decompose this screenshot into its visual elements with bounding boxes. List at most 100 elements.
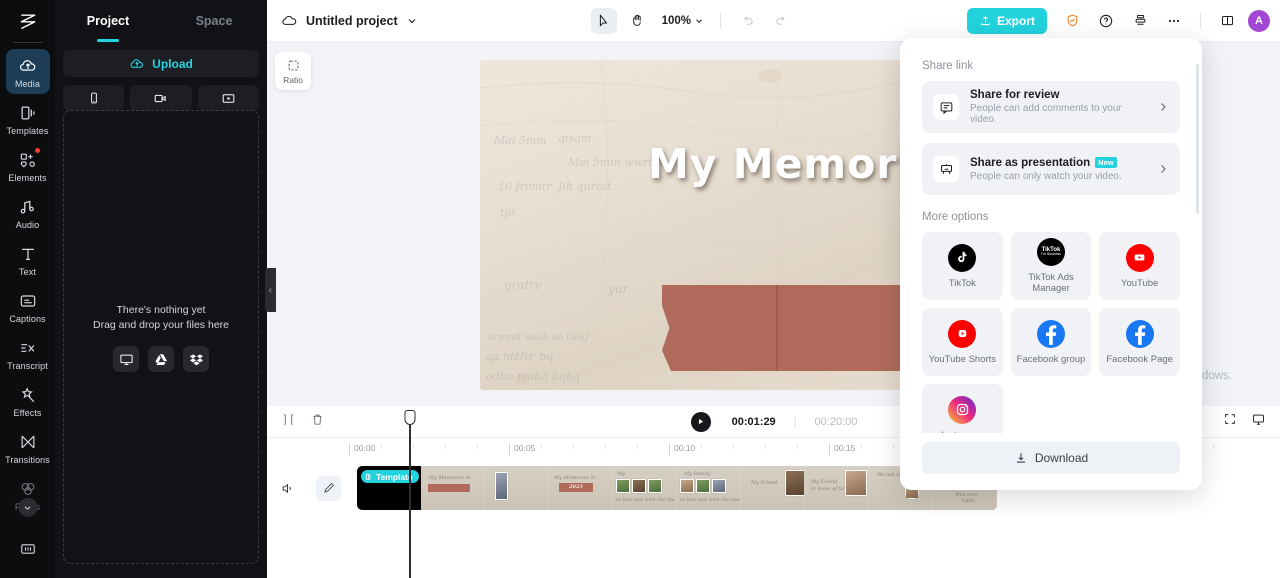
track-edit-button[interactable] [316, 475, 341, 501]
track-volume-button[interactable] [275, 476, 300, 501]
split-clip-icon [283, 413, 294, 425]
media-dropzone[interactable]: There's nothing yet Drag and drop your f… [63, 110, 259, 564]
sidebar-item-brand-kit[interactable] [6, 532, 50, 564]
undo-button[interactable] [734, 8, 760, 34]
more-options-section-title: More options [922, 211, 989, 223]
avatar[interactable]: A [1248, 9, 1271, 32]
stack-icon [1135, 15, 1145, 25]
layout-toggle-button[interactable] [1214, 8, 1240, 34]
video-preview[interactable]: Mai 5mm qisam Mai 5mm wwrtha Jih qurtat … [480, 60, 908, 390]
sidebar-item-captions[interactable]: Captions [6, 284, 50, 329]
share-option-label: TikTok [948, 277, 976, 289]
shield-check-icon [1067, 14, 1077, 27]
share-for-review-subtitle: People can add comments to your video. [970, 103, 1122, 125]
share-option-youtube-shorts[interactable]: YouTube Shorts [922, 308, 1003, 376]
sidebar-item-audio[interactable]: Audio [6, 190, 50, 235]
share-option-youtube[interactable]: YouTube [1099, 232, 1180, 300]
playhead[interactable] [404, 410, 416, 578]
shield-button[interactable] [1059, 8, 1085, 34]
clip-thumb: My Friend in loves of family [805, 466, 869, 510]
import-from-google-drive-button[interactable] [148, 346, 174, 372]
pencil-edit-icon [323, 483, 334, 493]
presentation-screen-icon [940, 163, 952, 174]
play-button[interactable] [690, 411, 711, 432]
sidebar-item-filters[interactable]: Filters [6, 472, 50, 517]
download-button[interactable]: Download [922, 442, 1180, 474]
import-from-computer-button[interactable] [113, 346, 139, 372]
brand-kit-icon [20, 544, 35, 554]
sidebar-item-elements[interactable]: Elements [6, 143, 50, 188]
record-video-button[interactable] [130, 85, 192, 111]
speaker-icon [282, 483, 291, 493]
computer-monitor-icon [119, 354, 133, 365]
transitions-icon [21, 435, 34, 449]
preview-scribble: qa htHtr_bq [486, 350, 554, 363]
preview-scribble: odbo pmbq bqbq [486, 370, 581, 383]
share-popover-footer: Download [900, 433, 1202, 490]
share-as-presentation-title: Share as presentation New [970, 157, 1146, 169]
hand-tool-button[interactable] [625, 8, 651, 34]
rail-expand-button[interactable] [18, 498, 37, 517]
music-note-icon [20, 200, 34, 214]
zoom-level-selector[interactable]: 100% [662, 15, 704, 27]
tab-project[interactable]: Project [55, 0, 161, 42]
project-title[interactable]: Untitled project [306, 14, 398, 28]
help-button[interactable] [1093, 8, 1119, 34]
clip-thumb: My Memories in [421, 466, 485, 510]
present-button[interactable] [1251, 412, 1266, 432]
preview-scribble: gratre [504, 278, 543, 292]
comment-bubble-icon-wrap [933, 94, 959, 120]
sidebar-item-effects[interactable]: Effects [6, 378, 50, 423]
split-clip-button[interactable] [281, 412, 296, 432]
upload-button[interactable]: Upload [63, 50, 259, 77]
export-button[interactable]: Export [967, 7, 1048, 34]
export-label: Export [997, 13, 1036, 28]
toolbar-divider-2 [1200, 12, 1202, 29]
playhead-handle[interactable] [404, 410, 416, 425]
sidebar-item-transitions[interactable]: Transitions [5, 425, 50, 470]
chevron-down-icon [24, 505, 31, 510]
record-screen-button[interactable] [197, 85, 259, 111]
sidebar-item-label: Effects [13, 408, 42, 418]
sidebar-item-transcript[interactable]: Transcript [6, 331, 50, 376]
app-logo[interactable] [0, 0, 55, 42]
share-popover-scrollbar[interactable] [1196, 64, 1199, 214]
captions-icon [20, 295, 35, 307]
chevron-right-icon [1161, 103, 1166, 111]
share-option-instagram[interactable]: Instagram [922, 384, 1003, 433]
dropzone-subtitle: Drag and drop your files here [93, 319, 229, 331]
sidebar-item-templates[interactable]: Templates [6, 96, 50, 141]
share-option-facebook-page[interactable]: Facebook Page [1099, 308, 1180, 376]
share-for-review-row[interactable]: Share for review People can add comments… [922, 81, 1180, 133]
share-as-presentation-row[interactable]: Share as presentation New People can onl… [922, 143, 1180, 195]
panel-collapse-handle[interactable] [265, 268, 276, 312]
facebook-icon [1125, 319, 1154, 348]
delete-clip-button[interactable] [310, 412, 325, 432]
layers-button[interactable] [1127, 8, 1153, 34]
sidebar-item-label: Elements [8, 173, 47, 183]
more-options-button[interactable] [1161, 8, 1187, 34]
upload-from-phone-button[interactable] [63, 85, 125, 111]
share-as-presentation-subtitle: People can only watch your video. [970, 170, 1122, 182]
fullscreen-button[interactable] [1223, 412, 1237, 431]
capcut-editor-window: Media Templates Elements Audio Text Capt… [0, 0, 1280, 578]
tab-space[interactable]: Space [161, 0, 267, 42]
sidebar-item-text[interactable]: Text [6, 237, 50, 282]
elements-icon [20, 153, 35, 168]
share-option-facebook-group[interactable]: Facebook group [1010, 308, 1092, 376]
select-tool-button[interactable] [590, 7, 617, 34]
download-label: Download [1034, 451, 1089, 465]
sidebar-item-media[interactable]: Media [5, 49, 50, 94]
youtube-glyph [1134, 254, 1145, 261]
sidebar-item-label: Captions [9, 314, 46, 324]
chevron-down-icon[interactable] [406, 15, 418, 27]
share-option-tiktok-ads-manager[interactable]: TikTok For Business TikTok Ads Manager [1010, 232, 1092, 300]
dropzone-text: There's nothing yet Drag and drop your f… [93, 303, 229, 333]
redo-button[interactable] [768, 8, 794, 34]
ratio-button[interactable]: Ratio [275, 52, 311, 90]
upload-label: Upload [152, 56, 193, 71]
camera-record-icon [155, 94, 167, 102]
preview-title-text: My Memories [648, 140, 908, 188]
import-from-dropbox-button[interactable] [183, 346, 209, 372]
share-option-tiktok[interactable]: TikTok [922, 232, 1003, 300]
